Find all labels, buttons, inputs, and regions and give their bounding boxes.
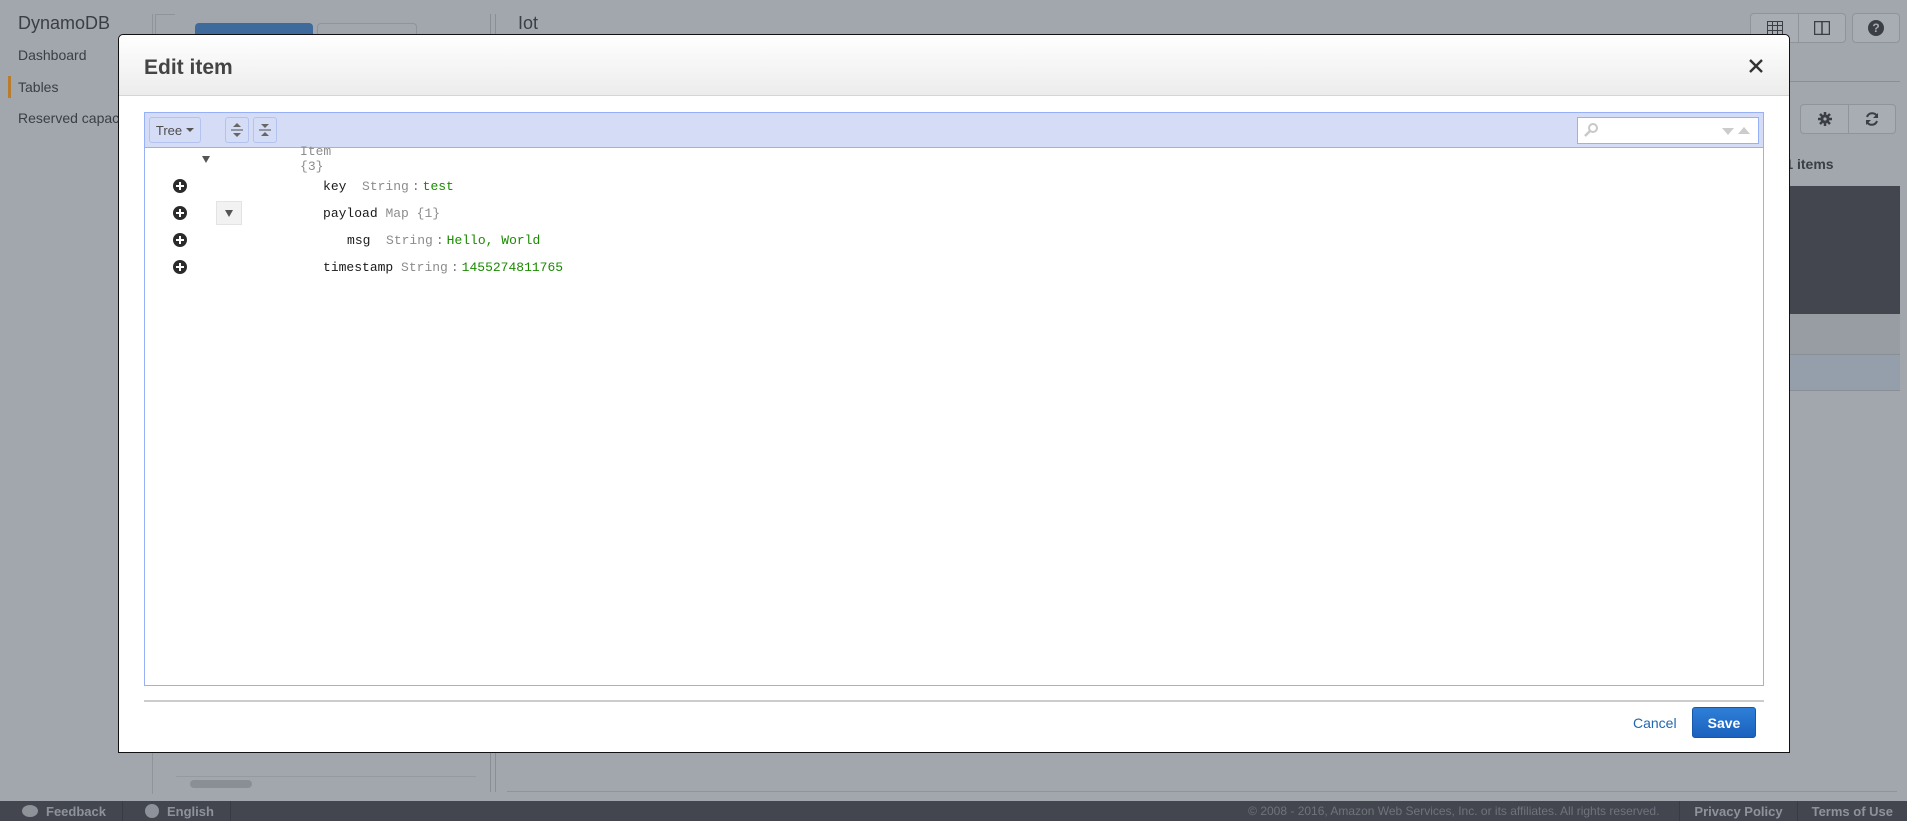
save-button[interactable]: Save (1692, 707, 1756, 738)
add-attribute-icon[interactable] (173, 260, 187, 274)
language-selector[interactable]: English (123, 801, 231, 821)
search-box (1577, 117, 1759, 144)
privacy-policy-link[interactable]: Privacy Policy (1679, 801, 1796, 821)
help-button[interactable]: ? (1852, 13, 1900, 43)
dialog-header: Edit item (119, 35, 1789, 96)
item-tree: Item {3} key String: test payload Map {1} (145, 144, 1763, 678)
caret-down-icon (225, 209, 233, 217)
settings-button[interactable] (1800, 104, 1848, 134)
close-icon (1749, 59, 1763, 73)
copyright-text: © 2008 - 2016, Amazon Web Services, Inc.… (1248, 804, 1660, 818)
globe-icon (144, 804, 159, 818)
collapse-payload-toggle[interactable] (216, 201, 242, 225)
split-view-icon (1814, 21, 1830, 35)
caret-down-icon (202, 155, 210, 163)
service-name: DynamoDB (18, 13, 111, 33)
separator: : (450, 259, 459, 275)
search-input[interactable] (1600, 120, 1720, 141)
divider (507, 791, 1897, 792)
attribute-name[interactable]: timestamp (323, 260, 393, 275)
help-icon: ? (1868, 20, 1884, 36)
language-label: English (166, 803, 214, 819)
scrollbar-thumb[interactable] (190, 780, 252, 788)
sidebar-item-reserved-capacity[interactable]: Reserved capacity (18, 110, 133, 126)
refresh-icon (1866, 112, 1878, 126)
search-previous-icon[interactable] (1738, 127, 1750, 134)
feedback-label: Feedback (46, 803, 106, 819)
table-title: Iot (518, 13, 539, 33)
add-attribute-icon[interactable] (173, 233, 187, 247)
add-attribute-icon[interactable] (173, 179, 187, 193)
grid-view-icon (1766, 21, 1783, 35)
attribute-type[interactable]: String (401, 260, 448, 275)
panel-corner (155, 14, 175, 34)
sidebar-item-dashboard[interactable]: Dashboard (18, 47, 87, 63)
sidebar-item-tables[interactable]: Tables (7, 76, 58, 98)
gear-icon (1817, 112, 1832, 126)
collapse-root-toggle[interactable] (193, 147, 219, 171)
cancel-button[interactable]: Cancel (1633, 715, 1677, 731)
attribute-entry: timestamp String:1455274811765 (245, 245, 563, 290)
items-toolbar (1800, 104, 1896, 134)
editor-toolbar: Tree (145, 113, 1763, 148)
split-view-button[interactable] (1798, 13, 1846, 43)
mode-label: Tree (155, 122, 183, 138)
edit-item-dialog: Edit item Tree Item {3} key String: tes… (118, 34, 1790, 753)
attribute-value[interactable]: 1455274811765 (462, 260, 563, 275)
close-button[interactable] (1745, 55, 1767, 77)
footer-divider (144, 700, 1764, 702)
json-tree-editor: Tree Item {3} key String: test payload … (144, 112, 1764, 686)
dialog-title: Edit item (144, 56, 233, 79)
mode-dropdown[interactable]: Tree (149, 117, 201, 143)
tree-row-timestamp: timestamp String:1455274811765 (145, 256, 1763, 278)
add-attribute-icon[interactable] (173, 206, 187, 220)
terms-of-use-link[interactable]: Terms of Use (1796, 801, 1907, 821)
refresh-button[interactable] (1848, 104, 1896, 134)
speech-bubble-icon (22, 805, 38, 817)
chevron-down-icon (186, 128, 195, 132)
search-icon (1584, 123, 1598, 137)
search-next-icon[interactable] (1722, 128, 1734, 135)
console-footer: Feedback English © 2008 - 2016, Amazon W… (0, 801, 1907, 821)
root-name: Item (300, 144, 332, 159)
feedback-link[interactable]: Feedback (0, 801, 123, 821)
